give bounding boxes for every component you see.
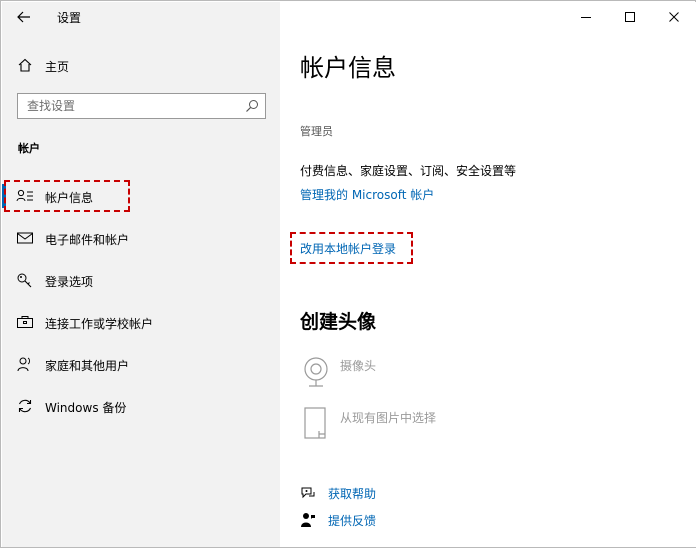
maximize-icon: [625, 12, 635, 22]
home-label: 主页: [45, 60, 70, 74]
home-icon: [18, 58, 32, 72]
get-help-label: 获取帮助: [328, 487, 377, 501]
minimize-button[interactable]: [564, 2, 608, 32]
switch-to-local-account-link[interactable]: 改用本地帐户登录: [300, 240, 396, 257]
account-role: 管理员: [300, 125, 333, 138]
get-help-link[interactable]: 获取帮助: [300, 483, 500, 503]
account-description: 付费信息、家庭设置、订阅、安全设置等: [300, 164, 517, 178]
sidebar-item-label: 帐户信息: [45, 191, 94, 205]
browse-file-icon: [304, 407, 326, 439]
sync-icon: [18, 399, 32, 413]
avatar-option-label: 从现有图片中选择: [340, 411, 437, 425]
sidebar-item-label: 连接工作或学校帐户: [45, 317, 154, 331]
key-icon: [17, 273, 32, 288]
sidebar-item-email-accounts[interactable]: 电子邮件和帐户: [2, 221, 280, 255]
sidebar-item-work-school[interactable]: 连接工作或学校帐户: [2, 305, 280, 339]
create-avatar-heading: 创建头像: [300, 311, 377, 333]
back-button[interactable]: [14, 8, 34, 26]
sidebar-item-sign-in-options[interactable]: 登录选项: [2, 263, 280, 297]
avatar-camera-option[interactable]: 摄像头: [300, 353, 600, 393]
give-feedback-label: 提供反馈: [328, 514, 377, 528]
page-title: 帐户信息: [300, 54, 396, 82]
settings-window: 设置 主页 帐户 帐户信息: [0, 0, 696, 548]
avatar-option-label: 摄像头: [340, 359, 377, 373]
app-title: 设置: [57, 11, 82, 25]
help-chat-icon: [301, 487, 315, 499]
title-bar: 设置: [2, 2, 280, 32]
sidebar-item-label: 登录选项: [45, 275, 94, 289]
search-box[interactable]: [17, 93, 266, 119]
maximize-button[interactable]: [608, 2, 652, 32]
sidebar-section-title: 帐户: [18, 142, 40, 155]
home-nav-item[interactable]: 主页: [2, 52, 280, 80]
sidebar-item-windows-backup[interactable]: Windows 备份: [2, 389, 280, 423]
close-icon: [669, 12, 679, 22]
sidebar-item-label: Windows 备份: [45, 401, 127, 415]
sidebar-item-label: 电子邮件和帐户: [45, 233, 130, 247]
main-content: 帐户信息 管理员 付费信息、家庭设置、订阅、安全设置等 管理我的 Microso…: [280, 2, 696, 547]
person-add-icon: [17, 357, 30, 372]
window-controls: [564, 2, 696, 32]
give-feedback-link[interactable]: 提供反馈: [300, 510, 500, 530]
sidebar: 设置 主页 帐户 帐户信息: [2, 2, 280, 547]
briefcase-icon: [17, 316, 33, 328]
sidebar-item-account-info[interactable]: 帐户信息: [2, 179, 280, 213]
manage-microsoft-account-link[interactable]: 管理我的 Microsoft 帐户: [300, 186, 434, 203]
avatar-browse-option[interactable]: 从现有图片中选择: [300, 405, 600, 445]
sidebar-item-family-users[interactable]: 家庭和其他用户: [2, 347, 280, 381]
person-list-icon: [16, 189, 33, 202]
minimize-icon: [581, 17, 591, 18]
search-icon[interactable]: [245, 99, 259, 113]
close-button[interactable]: [652, 2, 696, 32]
camera-icon: [304, 357, 328, 387]
feedback-icon: [301, 513, 315, 527]
sidebar-item-label: 家庭和其他用户: [45, 359, 130, 373]
back-arrow-icon: [17, 11, 30, 23]
search-input[interactable]: [18, 94, 238, 118]
mail-icon: [17, 232, 33, 244]
